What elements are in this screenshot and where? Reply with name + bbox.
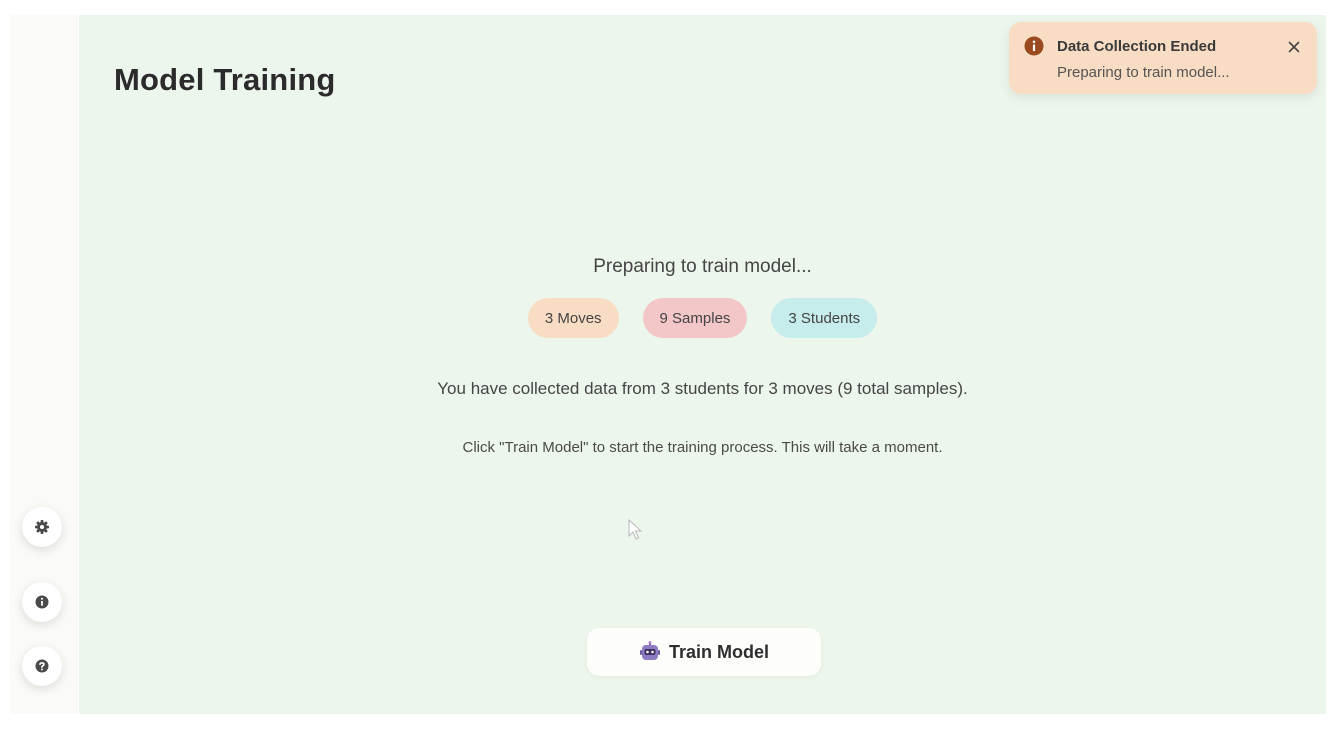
robot-icon <box>639 641 660 660</box>
stats-row: 3 Moves 9 Samples 3 Students <box>79 298 1326 338</box>
toast-message: Preparing to train model... <box>1057 64 1230 81</box>
students-badge: 3 Students <box>771 298 878 338</box>
page-title: Model Training <box>114 62 336 97</box>
status-message: Preparing to train model... <box>593 256 812 277</box>
instruction-text: Click "Train Model" to start the trainin… <box>462 439 943 456</box>
train-model-label: Train Model <box>668 641 769 662</box>
moves-badge: 3 Moves <box>527 298 619 338</box>
gear-icon <box>35 520 49 534</box>
summary-text: You have collected data from 3 students … <box>437 379 968 398</box>
notification-toast: Data Collection Ended Preparing to train… <box>1009 22 1317 94</box>
info-icon <box>35 595 49 609</box>
help-button[interactable] <box>22 646 62 686</box>
toast-title: Data Collection Ended <box>1057 38 1217 55</box>
close-icon[interactable] <box>1285 38 1303 56</box>
samples-badge: 9 Samples <box>642 298 748 338</box>
mouse-cursor-icon <box>628 519 643 540</box>
settings-button[interactable] <box>22 507 62 547</box>
help-icon <box>35 659 49 673</box>
info-button[interactable] <box>22 582 62 622</box>
info-icon <box>1024 36 1044 56</box>
train-model-button[interactable]: Train Model <box>587 628 821 676</box>
main-panel: Model Training Preparing to train model.… <box>79 15 1326 714</box>
